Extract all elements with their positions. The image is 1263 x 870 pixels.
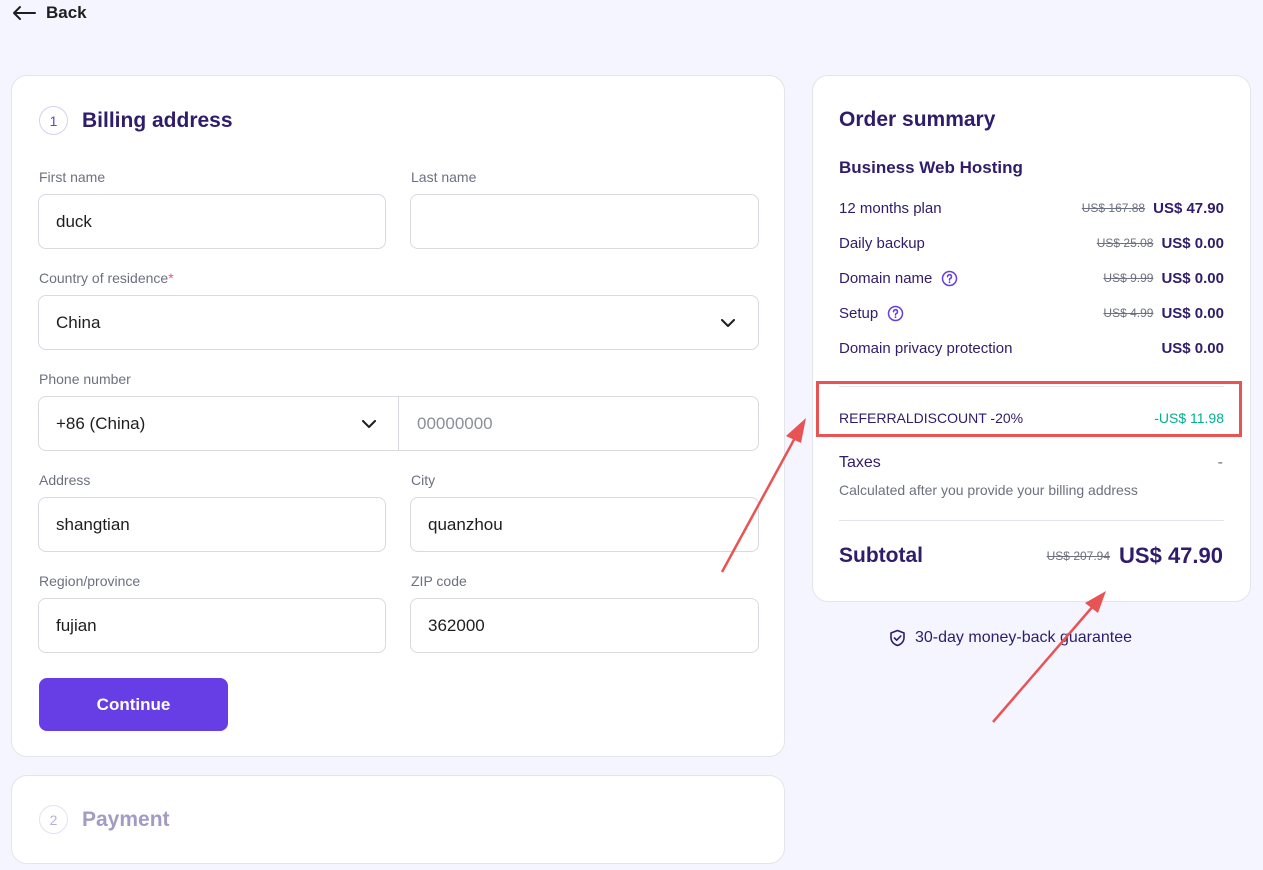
first-name-input[interactable]: duck bbox=[38, 194, 386, 249]
shield-check-icon bbox=[890, 629, 905, 647]
line-item-name-group: Domain name bbox=[839, 270, 958, 287]
line-item: Daily backup US$ 25.08 US$ 0.00 bbox=[839, 232, 1224, 254]
last-name-label: Last name bbox=[411, 169, 477, 185]
line-item: 12 months plan US$ 167.88 US$ 47.90 bbox=[839, 197, 1224, 219]
line-item: Setup US$ 4.99 US$ 0.00 bbox=[839, 302, 1224, 324]
price: US$ 0.00 bbox=[1161, 339, 1224, 357]
payment-title: Payment bbox=[82, 807, 170, 831]
city-label: City bbox=[411, 472, 436, 488]
line-item-name-group: Setup bbox=[839, 305, 904, 322]
subtotal-label: Subtotal bbox=[839, 544, 923, 567]
line-item-prices: US$ 167.88 US$ 47.90 bbox=[1082, 200, 1224, 217]
line-item-prices: US$ 0.00 bbox=[1161, 340, 1224, 357]
last-name-input[interactable] bbox=[410, 194, 759, 249]
line-item-name: Domain privacy protection bbox=[839, 339, 1013, 357]
billing-card: 1 Billing address First name duck Last n… bbox=[11, 75, 785, 757]
phone-code-value: +86 (China) bbox=[56, 413, 146, 433]
back-label: Back bbox=[46, 3, 87, 22]
subtotal-price: US$ 47.90 bbox=[1119, 543, 1223, 568]
line-item-name: Daily backup bbox=[839, 234, 925, 252]
price: US$ 0.00 bbox=[1161, 269, 1224, 287]
continue-button[interactable]: Continue bbox=[39, 678, 228, 731]
billing-step-header: 1 Billing address bbox=[39, 106, 233, 135]
address-label: Address bbox=[39, 472, 91, 488]
phone-field-group: +86 (China) 00000000 bbox=[38, 396, 759, 451]
price: US$ 47.90 bbox=[1153, 199, 1224, 217]
phone-code-select[interactable]: +86 (China) bbox=[39, 397, 399, 450]
line-item-name: Setup bbox=[839, 304, 879, 322]
divider bbox=[839, 520, 1224, 521]
annotation-arrowhead bbox=[786, 418, 806, 443]
zip-label: ZIP code bbox=[411, 573, 467, 589]
line-item-name: 12 months plan bbox=[839, 199, 942, 217]
payment-step-header: 2 Payment bbox=[39, 805, 170, 834]
line-item-name: Domain name bbox=[839, 269, 933, 287]
line-item-prices: US$ 25.08 US$ 0.00 bbox=[1097, 235, 1224, 252]
product-name: Business Web Hosting bbox=[839, 158, 1023, 177]
address-input[interactable]: shangtian bbox=[38, 497, 386, 552]
country-select[interactable]: China bbox=[38, 295, 759, 350]
payment-card[interactable]: 2 Payment bbox=[11, 775, 785, 864]
back-link[interactable]: Back bbox=[12, 2, 87, 24]
line-item-prices: US$ 9.99 US$ 0.00 bbox=[1103, 270, 1224, 287]
help-circle-icon[interactable] bbox=[887, 305, 904, 322]
phone-label: Phone number bbox=[39, 371, 131, 387]
country-label-text: Country of residence bbox=[39, 270, 169, 286]
order-summary-card: Order summary Business Web Hosting 12 mo… bbox=[812, 75, 1251, 602]
guarantee-text: 30-day money-back guarantee bbox=[915, 629, 1133, 646]
old-price: US$ 167.88 bbox=[1081, 201, 1146, 215]
arrow-left-icon bbox=[13, 6, 36, 20]
subtotal-prices: US$ 207.94 US$ 47.90 bbox=[1047, 543, 1223, 569]
price: US$ 0.00 bbox=[1161, 234, 1224, 252]
chevron-down-icon bbox=[721, 319, 735, 327]
region-label: Region/province bbox=[39, 573, 141, 589]
chevron-down-icon bbox=[362, 420, 376, 428]
line-item: Domain name US$ 9.99 US$ 0.00 bbox=[839, 267, 1224, 289]
country-label: Country of residence* bbox=[39, 270, 174, 286]
country-value: China bbox=[56, 312, 101, 332]
line-item: Domain privacy protection US$ 0.00 bbox=[839, 337, 1224, 359]
line-item-prices: US$ 4.99 US$ 0.00 bbox=[1103, 305, 1224, 322]
money-back-guarantee: 30-day money-back guarantee bbox=[889, 629, 1132, 647]
region-input[interactable]: fujian bbox=[38, 598, 386, 653]
billing-title: Billing address bbox=[82, 108, 233, 132]
subtotal-old-price: US$ 207.94 bbox=[1046, 549, 1111, 563]
old-price: US$ 9.99 bbox=[1103, 271, 1154, 285]
old-price: US$ 25.08 bbox=[1096, 236, 1154, 250]
taxes-value: - bbox=[1217, 454, 1223, 471]
discount-highlight-box bbox=[816, 381, 1242, 437]
required-mark: * bbox=[168, 270, 174, 286]
step-number-badge: 2 bbox=[39, 805, 68, 834]
old-price: US$ 4.99 bbox=[1103, 306, 1154, 320]
help-circle-icon[interactable] bbox=[941, 270, 958, 287]
first-name-label: First name bbox=[39, 169, 106, 185]
phone-number-input[interactable]: 00000000 bbox=[399, 397, 758, 450]
city-input[interactable]: quanzhou bbox=[410, 497, 759, 552]
taxes-label: Taxes bbox=[839, 454, 881, 471]
price: US$ 0.00 bbox=[1161, 304, 1224, 322]
annotation-arrow-line bbox=[992, 604, 1095, 723]
step-number-badge: 1 bbox=[39, 106, 68, 135]
taxes-note: Calculated after you provide your billin… bbox=[839, 482, 1138, 498]
zip-input[interactable]: 362000 bbox=[410, 598, 759, 653]
order-summary-title: Order summary bbox=[839, 108, 996, 131]
